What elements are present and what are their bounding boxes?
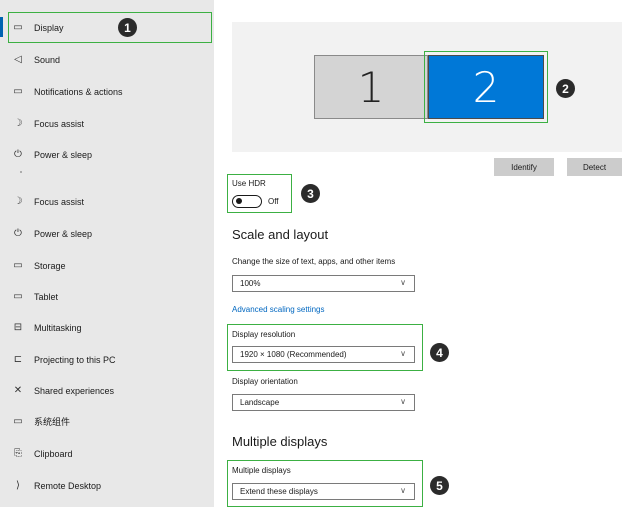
sidebar-item-label: Notifications & actions [34, 86, 123, 97]
multiple-displays-label: Multiple displays [232, 466, 291, 475]
step-badge-2: 2 [556, 79, 575, 98]
speaker-icon: ◁ [14, 54, 22, 65]
system-components-icon: ▭ [13, 416, 23, 427]
identify-button[interactable]: Identify [494, 158, 554, 176]
moon-icon: ☽ [13, 118, 23, 129]
separator-dot [20, 171, 22, 173]
multiple-displays-value: Extend these displays [240, 487, 318, 496]
chevron-down-icon: ∨ [400, 397, 406, 406]
chevron-down-icon: ∨ [400, 349, 406, 358]
tablet-icon: ▭ [13, 291, 23, 302]
orientation-dropdown[interactable]: Landscape ∨ [232, 394, 415, 411]
hdr-state: Off [268, 197, 279, 206]
sidebar-item-focus-assist[interactable]: ☽ Focus assist [0, 108, 214, 139]
resolution-dropdown[interactable]: 1920 × 1080 (Recommended) ∨ [232, 346, 415, 363]
sidebar-item-label: Sound [34, 54, 61, 65]
sidebar-item-label: Focus assist [34, 118, 85, 129]
sidebar-item-tablet[interactable]: ▭ Tablet [0, 281, 214, 312]
step-badge-1: 1 [118, 18, 137, 37]
sidebar-item-notifications[interactable]: ▭ Notifications & actions [0, 76, 214, 107]
scale-layout-heading: Scale and layout [232, 227, 329, 242]
storage-icon: ▭ [13, 260, 23, 271]
sidebar-item-label: Clipboard [34, 448, 73, 459]
scale-value: 100% [240, 279, 261, 288]
sidebar-item-label: 系统组件 [34, 417, 71, 427]
sidebar-item-label: Power & sleep [34, 149, 93, 160]
sidebar-item-focus-assist-2[interactable]: ☽ Focus assist [0, 186, 214, 217]
sidebar-item-multitasking[interactable]: ⊟ Multitasking [0, 312, 214, 343]
sidebar-item-label: Remote Desktop [34, 480, 102, 491]
display-item-highlight [8, 12, 212, 43]
step-badge-3: 3 [301, 184, 320, 203]
multiple-displays-heading: Multiple displays [232, 434, 328, 449]
chevron-down-icon: ∨ [400, 278, 406, 287]
sidebar-item-label: Focus assist [34, 196, 85, 207]
monitor-1[interactable]: 1 [314, 55, 428, 119]
notification-icon: ▭ [13, 86, 23, 97]
sidebar-item-storage[interactable]: ▭ Storage [0, 250, 214, 281]
scale-label: Change the size of text, apps, and other… [232, 257, 396, 266]
detect-button[interactable]: Detect [567, 158, 622, 176]
sidebar-item-shared-experiences[interactable]: ✕ Shared experiences [0, 375, 214, 406]
sidebar-item-label: Multitasking [34, 322, 82, 333]
advanced-scaling-link[interactable]: Advanced scaling settings [232, 305, 325, 314]
sidebar-item-label: Storage [34, 260, 66, 271]
hdr-label: Use HDR [232, 179, 266, 188]
sidebar-item-power-sleep[interactable]: ⏻ Power & sleep [0, 139, 214, 170]
hdr-toggle[interactable] [232, 195, 262, 208]
sidebar-item-label: Projecting to this PC [34, 354, 116, 365]
scale-dropdown[interactable]: 100% ∨ [232, 275, 415, 292]
remote-desktop-icon: ⟩ [16, 480, 20, 491]
sidebar-item-projecting[interactable]: ⊏ Projecting to this PC [0, 344, 214, 375]
sidebar-item-sound[interactable]: ◁ Sound [0, 44, 214, 75]
sidebar-item-clipboard[interactable]: ⎘ Clipboard [0, 438, 214, 469]
power-icon: ⏻ [14, 228, 22, 239]
sidebar-item-power-sleep-2[interactable]: ⏻ Power & sleep [0, 218, 214, 249]
orientation-label: Display orientation [232, 377, 298, 386]
shared-experiences-icon: ✕ [13, 385, 23, 396]
sidebar-item-system-components[interactable]: ▭ 系统组件 [0, 406, 214, 437]
resolution-label: Display resolution [232, 330, 296, 339]
sidebar-item-label: Power & sleep [34, 228, 93, 239]
clipboard-icon: ⎘ [14, 448, 22, 459]
chevron-down-icon: ∨ [400, 486, 406, 495]
power-icon: ⏻ [14, 149, 22, 160]
multitasking-icon: ⊟ [13, 322, 23, 333]
sidebar-item-remote-desktop[interactable]: ⟩ Remote Desktop [0, 470, 214, 501]
orientation-value: Landscape [240, 398, 280, 407]
multiple-displays-dropdown[interactable]: Extend these displays ∨ [232, 483, 415, 500]
moon-icon: ☽ [13, 196, 23, 207]
step-badge-5: 5 [430, 476, 449, 495]
toggle-knob [236, 198, 242, 204]
sidebar-item-label: Tablet [34, 291, 59, 302]
projector-icon: ⊏ [13, 354, 23, 365]
sidebar-item-label: Shared experiences [34, 385, 115, 396]
resolution-value: 1920 × 1080 (Recommended) [240, 350, 347, 359]
monitor-2-highlight [424, 51, 548, 123]
settings-sidebar: ▭ Display ◁ Sound ▭ Notifications & acti… [0, 0, 214, 507]
step-badge-4: 4 [430, 343, 449, 362]
